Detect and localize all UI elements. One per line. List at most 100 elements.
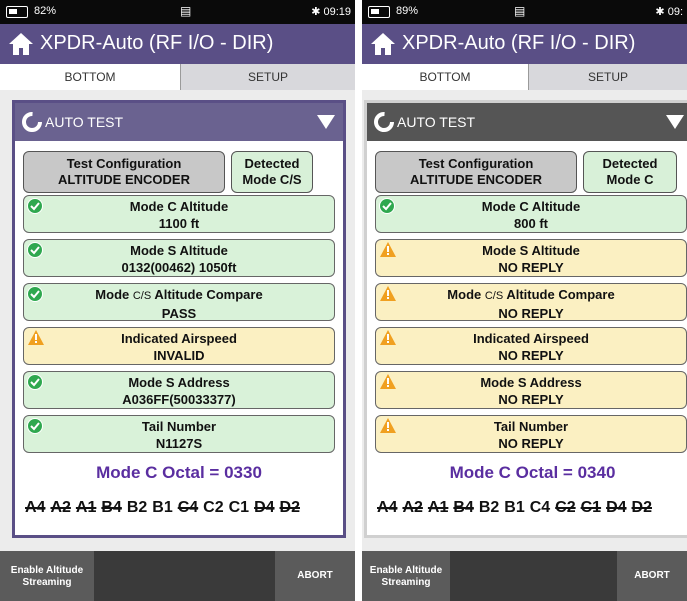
result-label-post: Altitude Compare — [503, 287, 615, 302]
altitude-bit-a4: A4 — [25, 499, 46, 516]
check-circle-icon — [379, 198, 395, 214]
result-mode-s-address: Mode S Address A036FF(50033377) — [23, 371, 335, 409]
result-value: NO REPLY — [498, 436, 564, 451]
title-bar: XPDR-Auto (RF I/O - DIR) — [362, 24, 687, 64]
abort-button[interactable]: ABORT — [617, 551, 687, 601]
result-label-post: Altitude Compare — [151, 287, 263, 302]
app-title: XPDR-Auto (RF I/O - DIR) — [40, 32, 274, 54]
result-label-pre: Mode — [95, 287, 133, 302]
test-configuration-label: Test Configuration — [418, 156, 534, 171]
result-value: N1127S — [155, 436, 203, 451]
notification-icon: ▤ — [180, 4, 192, 18]
test-configuration[interactable]: Test Configuration ALTITUDE ENCODER — [23, 151, 225, 193]
result-value: 0132(00462) 1050ft — [121, 260, 237, 275]
enable-altitude-streaming-button[interactable]: Enable Altitude Streaming — [362, 551, 450, 601]
result-label: Mode S Altitude — [130, 243, 228, 258]
detected-value: Mode C/S — [242, 172, 302, 187]
result-value: NO REPLY — [498, 348, 564, 363]
auto-test-label: AUTO TEST — [45, 114, 124, 130]
result-label: Mode S Address — [128, 375, 230, 390]
battery-icon — [368, 6, 390, 18]
result-mode-c-altitude: Mode C Altitude 800 ft — [375, 195, 687, 233]
result-indicated-airspeed: Indicated Airspeed NO REPLY — [375, 327, 687, 365]
tab-bottom[interactable]: BOTTOM — [362, 64, 528, 90]
battery-level: 82% — [34, 5, 57, 17]
altitude-bit-a1: A1 — [427, 499, 449, 516]
altitude-bit-a4: A4 — [377, 499, 398, 516]
result-label: Indicated Airspeed — [473, 331, 589, 346]
status-right: ✱ 09:19 — [311, 5, 351, 18]
enable-altitude-streaming-button[interactable]: Enable Altitude Streaming — [0, 551, 94, 601]
altitude-bit-b2: B2 — [478, 499, 500, 516]
result-label: Mode C/S Altitude Compare — [24, 286, 334, 305]
mode-c-octal: Mode C Octal = 0330 — [96, 463, 262, 482]
altitude-bit-d4: D4 — [254, 499, 275, 516]
altitude-bit-a2: A2 — [50, 499, 71, 516]
tab-setup[interactable]: SETUP — [528, 64, 687, 90]
result-label: Mode S Altitude — [482, 243, 580, 258]
dropdown-arrow-icon[interactable] — [317, 115, 335, 129]
auto-test-panel: AUTO TEST Test Configuration ALTITUDE EN… — [364, 100, 687, 538]
dropdown-arrow-icon[interactable] — [666, 115, 684, 129]
result-label: Mode C Altitude — [129, 199, 229, 214]
result-tail-number: Tail Number N1127S — [23, 415, 335, 453]
warning-triangle-icon — [380, 374, 396, 389]
app-title: XPDR-Auto (RF I/O - DIR) — [402, 32, 636, 54]
check-circle-icon — [27, 418, 43, 434]
altitude-bit-c2: C2 — [555, 499, 576, 516]
detected-mode: Detected Mode C — [583, 151, 677, 193]
test-configuration[interactable]: Test Configuration ALTITUDE ENCODER — [375, 151, 577, 193]
warning-triangle-icon — [380, 330, 396, 345]
result-indicated-airspeed: Indicated Airspeed INVALID — [23, 327, 335, 365]
warning-triangle-icon — [380, 418, 396, 433]
result-tail-number: Tail Number NO REPLY — [375, 415, 687, 453]
battery-level: 89% — [396, 5, 419, 17]
screen-divider — [355, 0, 362, 601]
result-mode-c-altitude: Mode C Altitude 1100 ft — [23, 195, 335, 233]
altitude-bit-c2: C2 — [203, 499, 224, 516]
tab-setup[interactable]: SETUP — [180, 64, 355, 90]
warning-triangle-icon — [28, 330, 44, 345]
status-bar: 82% ▤ ✱ 09:19 — [0, 0, 355, 24]
warning-triangle-icon — [380, 242, 396, 257]
spinner-icon — [22, 112, 42, 132]
notification-icon: ▤ — [514, 4, 526, 18]
test-configuration-value: ALTITUDE ENCODER — [410, 172, 542, 187]
altitude-bits: A4 A2 A1 B4 B2 B1 C4 C2 C1 D4 D2 — [25, 499, 305, 517]
home-icon[interactable] — [370, 32, 396, 56]
result-value: 1100 ft — [158, 216, 200, 231]
spinner-icon — [374, 112, 394, 132]
altitude-bit-b4: B4 — [101, 499, 122, 516]
result-label: Tail Number — [493, 419, 569, 434]
stream-label-line1: Enable Altitude — [369, 565, 443, 576]
result-value: INVALID — [153, 348, 205, 363]
check-circle-icon — [27, 286, 43, 302]
stream-label-line2: Streaming — [22, 577, 72, 588]
abort-button[interactable]: ABORT — [275, 551, 355, 601]
auto-test-header[interactable]: AUTO TEST — [15, 103, 343, 141]
detected-mode: Detected Mode C/S — [231, 151, 313, 193]
detected-label: Detected — [602, 156, 658, 171]
clock: 09:19 — [323, 6, 351, 18]
auto-test-panel: AUTO TEST Test Configuration ALTITUDE EN… — [12, 100, 346, 538]
home-icon[interactable] — [8, 32, 34, 56]
altitude-bit-a1: A1 — [75, 499, 97, 516]
detected-label: Detected — [244, 156, 300, 171]
bottom-bar: Enable Altitude Streaming ABORT — [362, 551, 687, 601]
title-bar: XPDR-Auto (RF I/O - DIR) — [0, 24, 355, 64]
warning-triangle-icon — [380, 286, 396, 301]
altitude-bit-b4: B4 — [453, 499, 474, 516]
check-circle-icon — [27, 374, 43, 390]
altitude-bit-d4: D4 — [606, 499, 627, 516]
auto-test-header[interactable]: AUTO TEST — [367, 103, 687, 141]
clock: 09: — [667, 6, 683, 18]
result-value: PASS — [161, 306, 197, 321]
tab-bottom[interactable]: BOTTOM — [0, 64, 180, 90]
altitude-bit-d2: D2 — [279, 499, 300, 516]
battery-icon — [6, 6, 28, 18]
result-label-cs: C/S — [132, 290, 152, 302]
check-circle-icon — [27, 242, 43, 258]
altitude-bit-b2: B2 — [126, 499, 148, 516]
result-value: 800 ft — [514, 216, 548, 231]
result-label: Mode S Address — [480, 375, 582, 390]
